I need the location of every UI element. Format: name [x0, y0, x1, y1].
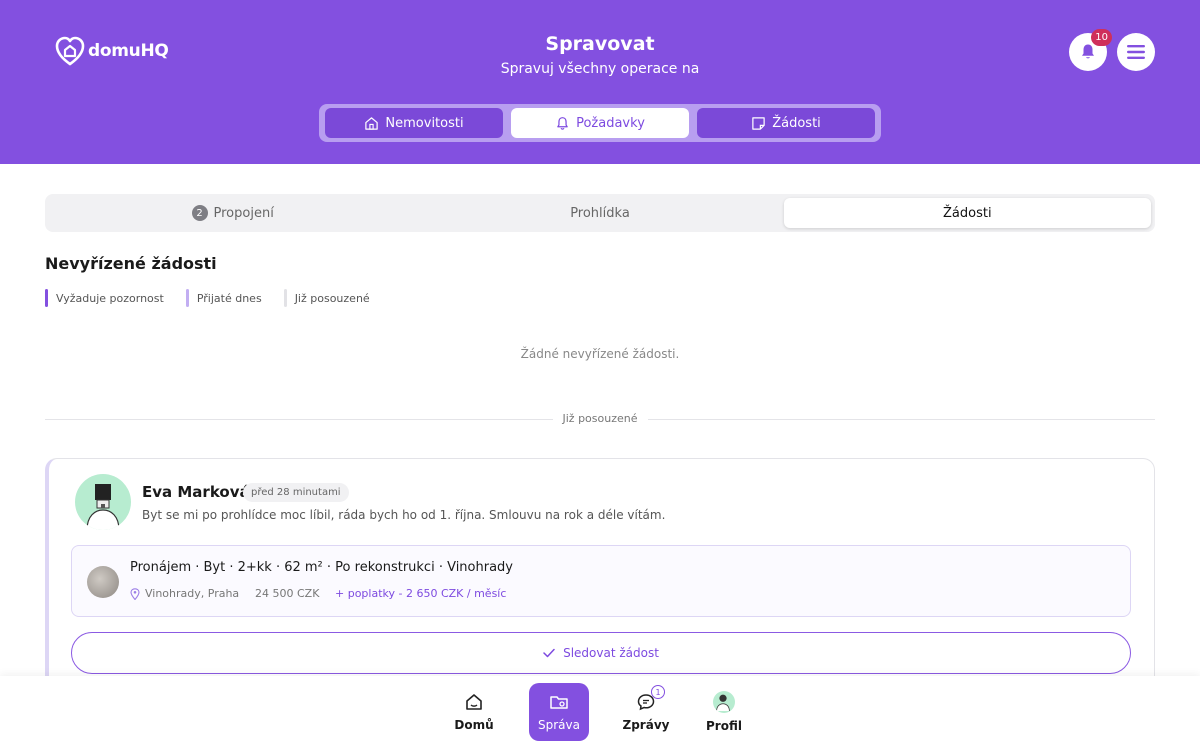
- legend-item-attention: Vyžaduje pozornost: [45, 289, 164, 307]
- bell-icon: [1082, 44, 1094, 59]
- note-icon: [752, 116, 765, 130]
- legend-swatch: [283, 289, 287, 307]
- legend-label: Přijaté dnes: [196, 291, 262, 305]
- follow-request-button[interactable]: Sledovat žádost: [71, 632, 1131, 674]
- legend: Vyžaduje pozornost Přijaté dnes Již poso…: [45, 289, 370, 307]
- requester-name: Eva Marková: [142, 483, 250, 501]
- subtab-label: Prohlídka: [570, 205, 630, 221]
- divider-label: Již posouzené: [552, 412, 648, 425]
- tab-label: Požadavky: [576, 115, 645, 131]
- subtab-prohlidka[interactable]: Prohlídka: [416, 198, 783, 228]
- nav-label: Domů: [454, 718, 494, 732]
- avatar: [75, 474, 131, 530]
- legend-label: Již posouzené: [294, 291, 370, 305]
- home-icon: [466, 694, 482, 710]
- messages-count-badge: 1: [651, 685, 665, 699]
- person-illustration-icon: [716, 694, 730, 712]
- person-illustration-icon: [86, 484, 120, 530]
- subtab-propojeni[interactable]: 2 Propojení: [49, 198, 416, 228]
- legend-swatch: [185, 289, 189, 307]
- nav-item-domu[interactable]: Domů: [444, 683, 504, 741]
- check-icon: [543, 648, 555, 658]
- main-tabs: Nemovitosti Požadavky Žádosti: [319, 104, 881, 142]
- property-price: 24 500 CZK: [255, 587, 320, 600]
- property-fees: + poplatky - 2 650 CZK / měsíc: [335, 587, 507, 600]
- count-badge: 2: [191, 205, 208, 221]
- sub-tabs: 2 Propojení Prohlídka Žádosti: [45, 194, 1155, 232]
- nav-label: Zprávy: [622, 718, 670, 732]
- notifications-count-badge: 10: [1091, 29, 1112, 46]
- divider-label-wrap: Již posouzené: [0, 412, 1200, 425]
- request-card[interactable]: Eva Marková před 28 minutami Byt se mi p…: [45, 458, 1155, 698]
- property-location: Vinohrady, Praha: [130, 587, 239, 600]
- legend-item-reviewed: Již posouzené: [283, 289, 370, 307]
- subtab-label: Žádosti: [943, 205, 992, 221]
- avatar: [713, 691, 735, 713]
- tab-zadosti[interactable]: Žádosti: [697, 108, 875, 138]
- hamburger-icon: [1127, 45, 1145, 59]
- subtab-zadosti[interactable]: Žádosti: [783, 198, 1151, 228]
- nav-label: Správa: [538, 718, 580, 732]
- page-subtitle: Spravuj všechny operace na: [500, 61, 700, 77]
- bell-icon: [557, 116, 568, 130]
- legend-label: Vyžaduje pozornost: [56, 291, 164, 305]
- app-header: domuHQ Spravovat Spravuj všechny operace…: [0, 0, 1200, 164]
- subtab-label: Propojení: [213, 205, 274, 221]
- folder-gear-icon: [550, 696, 568, 709]
- nav-label: Profil: [706, 719, 742, 733]
- nav-item-profil[interactable]: Profil: [694, 683, 754, 741]
- property-title: Pronájem · Byt · 2+kk · 62 m² · Po rekon…: [130, 560, 513, 575]
- follow-label: Sledovat žádost: [563, 646, 659, 660]
- home-icon: [365, 116, 379, 130]
- request-message: Byt se mi po prohlídce moc líbil, ráda b…: [142, 508, 666, 522]
- nav-item-zpravy[interactable]: 1 Zprávy: [616, 683, 676, 741]
- time-badge: před 28 minutami: [243, 483, 349, 502]
- nav-item-sprava[interactable]: Správa: [529, 683, 589, 741]
- tab-label: Nemovitosti: [385, 115, 464, 131]
- bottom-nav: Domů Správa 1 Zprávy Profil: [0, 676, 1200, 750]
- location-label: Vinohrady, Praha: [145, 587, 240, 600]
- tab-pozadavky[interactable]: Požadavky: [511, 108, 689, 138]
- tab-nemovitosti[interactable]: Nemovitosti: [325, 108, 503, 138]
- tab-label: Žádosti: [772, 115, 821, 131]
- legend-item-today: Přijaté dnes: [185, 289, 262, 307]
- legend-swatch: [45, 289, 48, 307]
- page-title: Spravovat: [545, 33, 655, 55]
- property-summary[interactable]: Pronájem · Byt · 2+kk · 62 m² · Po rekon…: [71, 545, 1131, 617]
- menu-button[interactable]: [1117, 33, 1155, 71]
- section-title: Nevyřízené žádosti: [45, 254, 217, 273]
- property-thumbnail: [87, 566, 119, 598]
- empty-state-message: Žádné nevyřízené žádosti.: [520, 347, 680, 361]
- location-pin-icon: [130, 587, 140, 600]
- notifications-button[interactable]: 10: [1069, 29, 1112, 71]
